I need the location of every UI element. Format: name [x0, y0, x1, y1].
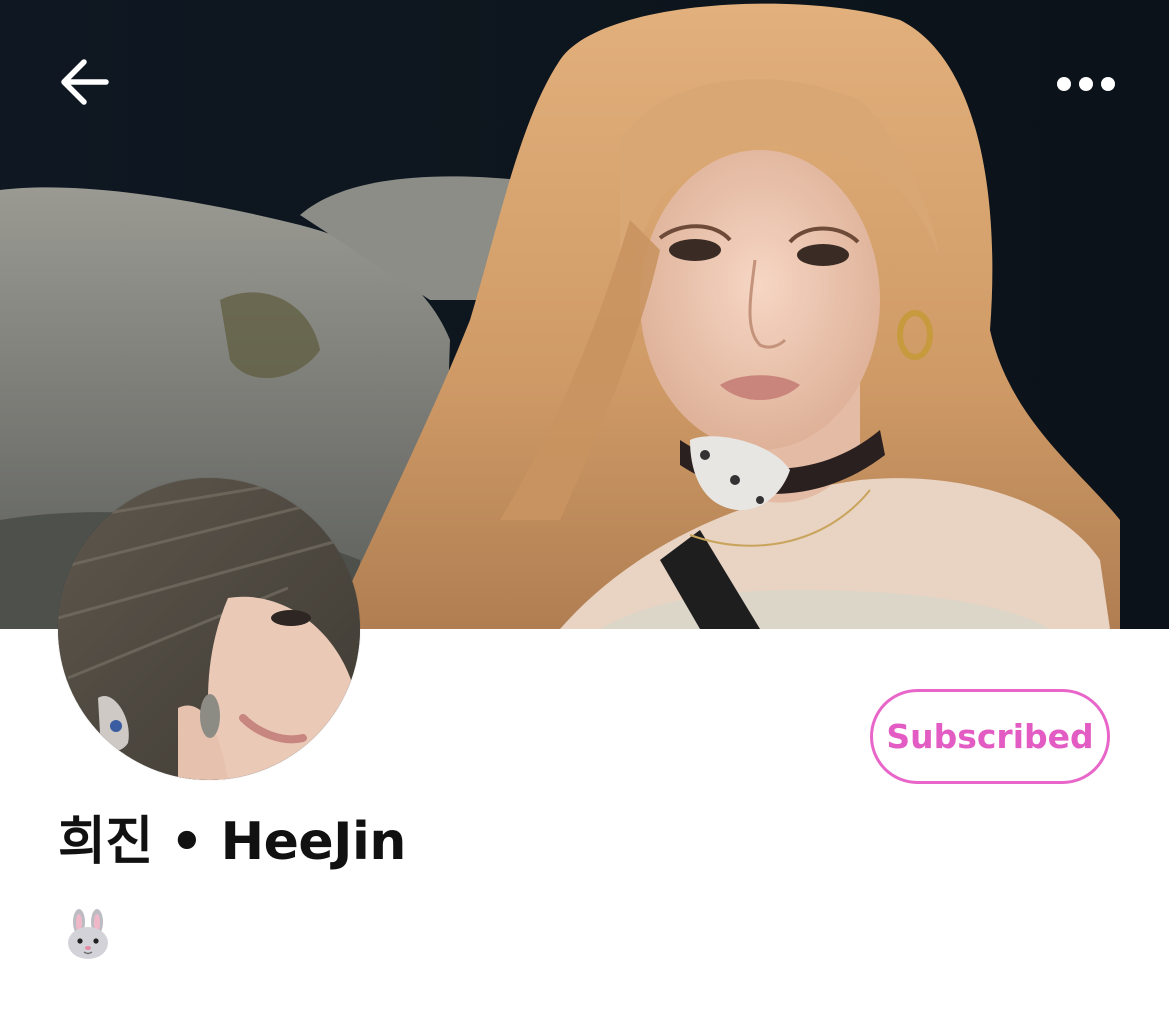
rabbit-face-icon — [68, 909, 108, 959]
profile-avatar[interactable] — [58, 478, 360, 780]
more-options-button[interactable] — [1050, 58, 1122, 110]
subscribed-button[interactable]: Subscribed — [870, 689, 1110, 784]
arrow-left-icon — [61, 59, 109, 105]
profile-display-name: 희진 • HeeJin — [58, 812, 406, 872]
profile-bio — [62, 908, 114, 960]
more-horizontal-icon — [1057, 77, 1115, 91]
avatar-image — [58, 478, 360, 780]
back-button[interactable] — [50, 48, 118, 116]
